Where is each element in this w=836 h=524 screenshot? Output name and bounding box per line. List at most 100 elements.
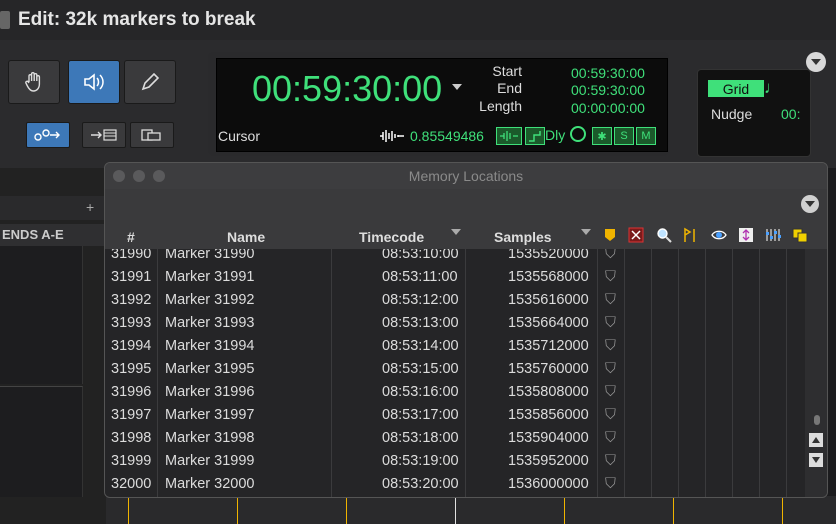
column-divider — [597, 249, 598, 497]
sort-timecode-icon[interactable] — [451, 229, 461, 235]
row-samples: 1535520000 — [508, 249, 589, 262]
selection-icon[interactable] — [628, 227, 644, 243]
row-samples: 1535808000 — [508, 384, 589, 400]
column-header-name[interactable]: Name — [227, 229, 265, 245]
pencil-tool-button[interactable] — [124, 60, 176, 104]
marker-line — [782, 498, 783, 524]
row-samples: 1535760000 — [508, 361, 589, 377]
memory-locations-menu-button[interactable] — [801, 195, 819, 213]
table-row[interactable]: 31991 Marker 31991 08:53:11:00 153556800… — [105, 266, 805, 289]
timeline-ruler — [106, 496, 836, 524]
track-slot-1 — [0, 246, 83, 384]
row-samples: 1535664000 — [508, 315, 589, 331]
table-row[interactable]: 32000 Marker 32000 08:53:20:00 153600000… — [105, 473, 805, 496]
column-divider — [732, 249, 733, 497]
audio-edit-icon[interactable] — [496, 127, 522, 145]
table-row[interactable]: 31997 Marker 31997 08:53:17:00 153585600… — [105, 404, 805, 427]
zoom-icon[interactable] — [656, 227, 672, 243]
app-icon — [0, 11, 10, 29]
note-icon[interactable]: ♩ — [764, 78, 781, 98]
speaker-tool-button[interactable] — [68, 60, 120, 104]
row-samples: 1535568000 — [508, 269, 589, 285]
nudge-value[interactable]: 00: — [781, 106, 800, 122]
edit-window-button[interactable] — [130, 122, 174, 148]
row-timecode: 08:53:16:00 — [382, 384, 459, 400]
table-row[interactable]: 31998 Marker 31998 08:53:18:00 153590400… — [105, 427, 805, 450]
sends-header-label: ENDS A-E — [2, 227, 64, 242]
record-mode-icon[interactable] — [570, 126, 586, 142]
marker-line — [237, 498, 238, 524]
row-samples: 1536000000 — [508, 476, 589, 492]
row-timecode: 08:53:13:00 — [382, 315, 459, 331]
column-divider — [705, 249, 706, 497]
sort-samples-icon[interactable] — [581, 229, 591, 235]
pencil-icon — [141, 72, 160, 91]
column-header-samples[interactable]: Samples — [494, 229, 552, 245]
row-name: Marker 31996 — [165, 384, 255, 400]
column-header-number[interactable]: # — [127, 229, 135, 245]
track-slot-2 — [0, 386, 83, 497]
main-counter[interactable]: 00:59:30:00 — [252, 68, 442, 110]
row-number: 31994 — [111, 338, 152, 354]
row-name: Marker 31994 — [165, 338, 255, 354]
table-row[interactable]: 31996 Marker 31996 08:53:16:00 153580800… — [105, 381, 805, 404]
table-row[interactable]: 31990 Marker 31990 08:53:10:00 153552000… — [105, 249, 805, 266]
scroll-up-button[interactable] — [809, 433, 823, 447]
counter-dropdown-icon[interactable] — [452, 84, 462, 90]
step-icon[interactable] — [525, 127, 545, 145]
table-row[interactable]: 31994 Marker 31994 08:53:14:00 153571200… — [105, 335, 805, 358]
end-value[interactable]: 00:59:30:00 — [571, 82, 645, 98]
toolbar-menu-button[interactable] — [806, 52, 826, 72]
track-height-icon[interactable] — [738, 227, 754, 243]
row-name: Marker 32000 — [165, 476, 255, 492]
speaker-icon — [84, 73, 104, 91]
table-row[interactable]: 31995 Marker 31995 08:53:15:00 153576000… — [105, 358, 805, 381]
window-config-icon[interactable] — [792, 227, 808, 243]
row-number: 31991 — [111, 269, 152, 285]
row-timecode: 08:53:18:00 — [382, 430, 459, 446]
row-timecode: 08:53:12:00 — [382, 292, 459, 308]
column-divider — [624, 249, 625, 497]
row-samples: 1535856000 — [508, 407, 589, 423]
scrollbar-thumb[interactable] — [814, 415, 820, 425]
pre-post-roll-icon[interactable] — [682, 227, 698, 243]
row-number: 31992 — [111, 292, 152, 308]
start-value[interactable]: 00:59:30:00 — [571, 65, 645, 81]
asterisk-icon[interactable]: ✱ — [592, 127, 612, 145]
marker-icon[interactable] — [602, 227, 618, 243]
length-value[interactable]: 00:00:00:00 — [571, 100, 645, 116]
row-name: Marker 31990 — [165, 249, 255, 262]
column-divider — [651, 249, 652, 497]
scroll-down-button[interactable] — [809, 453, 823, 467]
marker-ruler-icon: ⛉ — [605, 453, 616, 469]
link-mode-button[interactable] — [26, 122, 70, 148]
plus-icon[interactable]: + — [86, 199, 94, 215]
mute-button[interactable]: M — [636, 127, 656, 145]
column-divider — [786, 249, 787, 497]
solo-button[interactable]: S — [614, 127, 634, 145]
column-header-timecode[interactable]: Timecode — [359, 229, 424, 245]
row-timecode: 08:53:20:00 — [382, 476, 459, 492]
eye-icon[interactable] — [711, 227, 727, 243]
grid-button[interactable]: Grid — [708, 80, 764, 97]
delay-label[interactable]: Dly — [545, 127, 565, 143]
row-number: 31995 — [111, 361, 152, 377]
start-label: Start — [492, 63, 522, 79]
row-samples: 1535616000 — [508, 292, 589, 308]
insertion-follows-button[interactable] — [82, 122, 126, 148]
marker-line — [346, 498, 347, 524]
row-timecode: 08:53:11:00 — [382, 269, 458, 285]
cursor-value: 0.85549486 — [410, 128, 484, 144]
row-timecode: 08:53:19:00 — [382, 453, 459, 469]
table-row[interactable]: 31999 Marker 31999 08:53:19:00 153595200… — [105, 450, 805, 473]
table-row[interactable]: 31993 Marker 31993 08:53:13:00 153566400… — [105, 312, 805, 335]
sends-header: ENDS A-E — [0, 224, 106, 246]
chevron-down-icon — [805, 201, 815, 207]
arrow-list-icon — [91, 129, 117, 141]
row-timecode: 08:53:14:00 — [382, 338, 459, 354]
grabber-tool-button[interactable] — [8, 60, 60, 104]
group-enables-icon[interactable] — [765, 227, 781, 243]
marker-ruler-icon: ⛉ — [605, 315, 616, 331]
cursor-label: Cursor — [218, 128, 261, 144]
table-row[interactable]: 31992 Marker 31992 08:53:12:00 153561600… — [105, 289, 805, 312]
